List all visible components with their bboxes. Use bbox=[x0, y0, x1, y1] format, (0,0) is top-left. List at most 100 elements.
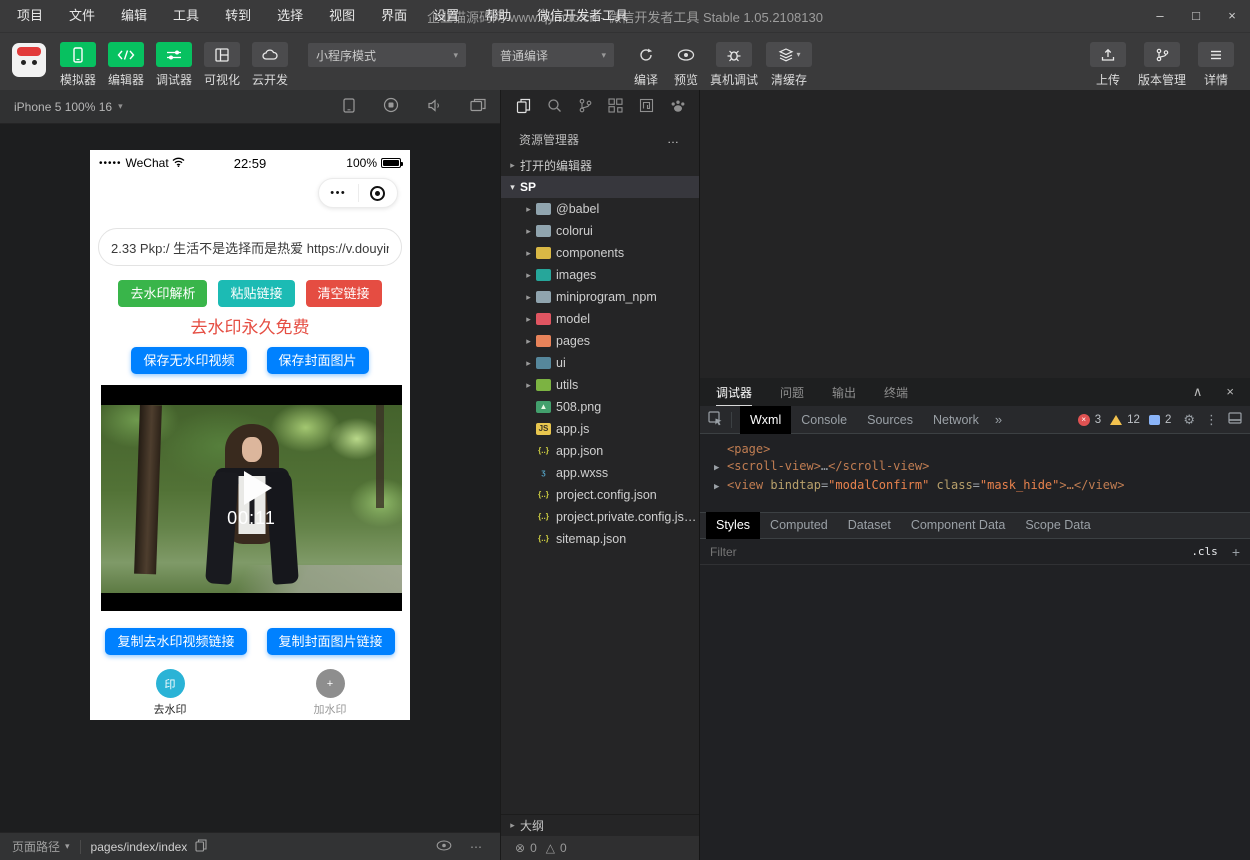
tree-item[interactable]: ▸ @babel bbox=[501, 198, 699, 220]
visual-toggle-button[interactable]: 可视化 bbox=[198, 42, 246, 88]
menu-item[interactable]: 界面 bbox=[368, 0, 420, 32]
menu-item[interactable]: 转到 bbox=[212, 0, 264, 32]
new-style-rule-button[interactable]: + bbox=[1232, 544, 1240, 560]
play-icon[interactable] bbox=[244, 471, 272, 505]
menu-item[interactable]: 帮助 bbox=[472, 0, 524, 32]
tree-item[interactable]: JS app.js bbox=[501, 418, 699, 440]
more-tabs-icon[interactable]: » bbox=[995, 412, 1002, 427]
menu-item[interactable]: 项目 bbox=[4, 0, 56, 32]
warning-badge-icon[interactable] bbox=[1110, 415, 1122, 425]
clear-cache-button[interactable]: ▾ 清缓存 bbox=[766, 42, 812, 88]
tree-item[interactable]: ▸ components bbox=[501, 242, 699, 264]
tree-item[interactable]: ▸ utils bbox=[501, 374, 699, 396]
tree-item[interactable]: ▸ images bbox=[501, 264, 699, 286]
npm-icon[interactable] bbox=[639, 98, 654, 116]
menu-item[interactable]: 微信开发者工具 bbox=[524, 0, 641, 32]
dock-side-icon[interactable] bbox=[1228, 412, 1242, 427]
more-dots-button[interactable]: ••• bbox=[319, 187, 358, 199]
editor-toggle-button[interactable]: 编辑器 bbox=[102, 42, 150, 88]
compile-button[interactable]: 编译 bbox=[628, 42, 664, 88]
project-root-row[interactable]: ▾ SP bbox=[501, 176, 699, 198]
debugger-toggle-button[interactable]: 调试器 bbox=[150, 42, 198, 88]
maximize-button[interactable]: □ bbox=[1178, 0, 1214, 32]
version-control-button[interactable]: 版本管理 bbox=[1138, 42, 1186, 88]
minimize-button[interactable]: – bbox=[1142, 0, 1178, 32]
open-editors-row[interactable]: ▸ 打开的编辑器 bbox=[501, 154, 699, 176]
wxml-node[interactable]: ▶<scroll-view>…</scroll-view> bbox=[714, 458, 1250, 477]
wxml-node[interactable]: ▶<view bindtap="modalConfirm" class="mas… bbox=[714, 477, 1250, 496]
exit-miniprogram-button[interactable] bbox=[359, 186, 398, 201]
info-badge-icon[interactable] bbox=[1149, 415, 1160, 425]
kebab-menu-icon[interactable]: ⋮ bbox=[1205, 412, 1218, 428]
search-icon[interactable] bbox=[547, 98, 562, 116]
paw-icon[interactable] bbox=[670, 99, 686, 116]
copy-link-button[interactable]: 复制封面图片链接 bbox=[267, 628, 395, 655]
wxml-node[interactable]: <page> bbox=[714, 441, 1250, 458]
save-button[interactable]: 保存封面图片 bbox=[267, 347, 369, 374]
expand-arrow-icon[interactable]: ▶ bbox=[714, 460, 727, 477]
source-control-icon[interactable] bbox=[578, 98, 592, 116]
simulator-toggle-button[interactable]: 模拟器 bbox=[54, 42, 102, 88]
devtools-tab[interactable]: Wxml bbox=[740, 406, 791, 434]
menu-item[interactable]: 工具 bbox=[160, 0, 212, 32]
devtools-tab[interactable]: Console bbox=[791, 406, 857, 434]
action-button[interactable]: 清空链接 bbox=[306, 280, 382, 307]
debugger-panel-tab[interactable]: 终端 bbox=[884, 384, 908, 401]
filter-input[interactable] bbox=[710, 545, 1191, 559]
styles-tab[interactable]: Styles bbox=[706, 512, 760, 539]
menu-item[interactable]: 文件 bbox=[56, 0, 108, 32]
expand-arrow-icon[interactable]: ▶ bbox=[714, 479, 727, 496]
tab-bar-item[interactable]: 印 去水印 bbox=[90, 666, 250, 720]
close-panel-icon[interactable]: × bbox=[1226, 384, 1234, 400]
gear-icon[interactable]: ⚙ bbox=[1183, 412, 1195, 428]
menu-item[interactable]: 设置 bbox=[420, 0, 472, 32]
tree-item[interactable]: ▸ colorui bbox=[501, 220, 699, 242]
compile-mode-dropdown[interactable]: 普通编译 ▾ bbox=[492, 43, 614, 67]
files-icon[interactable] bbox=[516, 98, 531, 117]
mode-dropdown[interactable]: 小程序模式 ▾ bbox=[308, 43, 466, 67]
debugger-panel-tab[interactable]: 调试器 bbox=[716, 384, 752, 406]
cloud-toggle-button[interactable]: 云开发 bbox=[246, 42, 294, 88]
tree-item[interactable]: ▸ ui bbox=[501, 352, 699, 374]
device-selector[interactable]: iPhone 5 100% 16 bbox=[14, 100, 112, 114]
device-frame-icon[interactable] bbox=[343, 98, 355, 116]
copy-link-button[interactable]: 复制去水印视频链接 bbox=[105, 628, 246, 655]
styles-tab[interactable]: Component Data bbox=[901, 512, 1016, 539]
devtools-tab[interactable]: Sources bbox=[857, 406, 923, 434]
eye-icon[interactable] bbox=[436, 840, 452, 854]
copy-icon[interactable] bbox=[195, 839, 207, 855]
debugger-panel-tab[interactable]: 问题 bbox=[780, 384, 804, 401]
multi-window-icon[interactable] bbox=[470, 98, 486, 115]
remote-debug-button[interactable]: 真机调试 bbox=[710, 42, 758, 88]
menu-item[interactable]: 视图 bbox=[316, 0, 368, 32]
close-button[interactable]: × bbox=[1214, 0, 1250, 32]
video-link-input[interactable] bbox=[98, 228, 402, 266]
tree-item[interactable]: ▸ pages bbox=[501, 330, 699, 352]
toggle-class-button[interactable]: .cls bbox=[1191, 545, 1218, 558]
page-path-selector[interactable]: 页面路径 bbox=[12, 838, 60, 855]
tree-item[interactable]: ▸ miniprogram_npm bbox=[501, 286, 699, 308]
action-button[interactable]: 去水印解析 bbox=[118, 280, 207, 307]
menu-item[interactable]: 编辑 bbox=[108, 0, 160, 32]
inspect-element-icon[interactable] bbox=[708, 411, 723, 429]
save-button[interactable]: 保存无水印视频 bbox=[131, 347, 246, 374]
more-dots-icon[interactable]: ⋯ bbox=[470, 840, 484, 854]
styles-tab[interactable]: Computed bbox=[760, 512, 838, 539]
extensions-icon[interactable] bbox=[608, 98, 623, 116]
devtools-tab[interactable]: Network bbox=[923, 406, 989, 434]
debugger-panel-tab[interactable]: 输出 bbox=[832, 384, 856, 401]
video-player[interactable]: 00:11 bbox=[101, 385, 402, 611]
upload-button[interactable]: 上传 bbox=[1090, 42, 1126, 88]
tree-item[interactable]: ▸ model bbox=[501, 308, 699, 330]
preview-button[interactable]: 预览 bbox=[668, 42, 704, 88]
tree-item[interactable]: ʒ app.wxss bbox=[501, 462, 699, 484]
tree-item[interactable]: {..} app.json bbox=[501, 440, 699, 462]
styles-tab[interactable]: Dataset bbox=[838, 512, 901, 539]
collapse-icon[interactable]: ∧ bbox=[1193, 384, 1203, 400]
outline-section-row[interactable]: ▸ 大纲 bbox=[501, 814, 699, 836]
tree-item[interactable]: {..} sitemap.json bbox=[501, 528, 699, 550]
sound-icon[interactable] bbox=[427, 99, 442, 115]
menu-item[interactable]: 选择 bbox=[264, 0, 316, 32]
styles-tab[interactable]: Scope Data bbox=[1015, 512, 1100, 539]
details-button[interactable]: 详情 bbox=[1198, 42, 1234, 88]
